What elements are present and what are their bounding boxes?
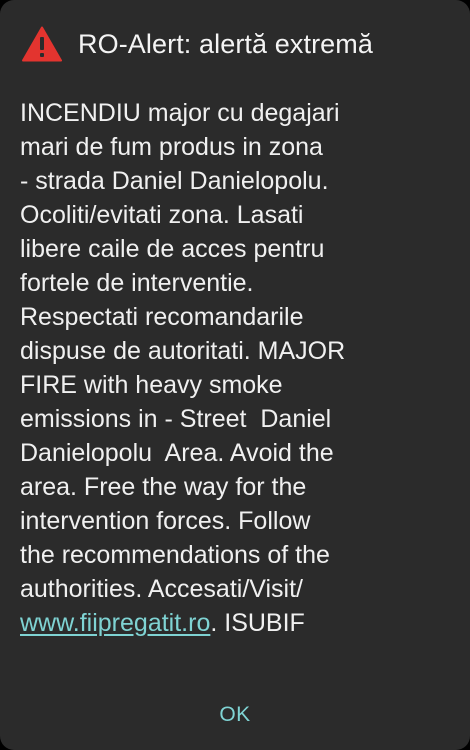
message-line: Respectati recomandarile bbox=[20, 303, 304, 331]
message-tail: . ISUBIF bbox=[210, 609, 305, 637]
alert-header: RO-Alert: alertă extremă bbox=[22, 24, 460, 64]
fiipregatit-link[interactable]: www.fiipregatit.ro bbox=[20, 609, 210, 637]
warning-triangle-icon bbox=[22, 26, 62, 62]
message-line: fortele de interventie. bbox=[20, 269, 254, 297]
message-line: the recommendations of the bbox=[20, 541, 330, 569]
message-line: - strada Daniel Danielopolu. bbox=[20, 167, 329, 195]
message-line: authorities. Accesati/Visit/ bbox=[20, 575, 304, 603]
message-line: INCENDIU major cu degajari bbox=[20, 99, 340, 127]
message-line: emissions in - Street Daniel bbox=[20, 405, 332, 433]
message-line: Danielopolu Area. Avoid the bbox=[20, 439, 334, 467]
message-line: Ocoliti/evitati zona. Lasati bbox=[20, 201, 304, 229]
alert-dialog: RO-Alert: alertă extremă INCENDIU major … bbox=[0, 0, 470, 750]
alert-title: RO-Alert: alertă extremă bbox=[78, 28, 373, 59]
message-line: dispuse de autoritati. MAJOR bbox=[20, 337, 346, 365]
message-line: mari de fum produs in zona bbox=[20, 133, 323, 161]
message-line: FIRE with heavy smoke bbox=[20, 371, 283, 399]
alert-message: INCENDIU major cu degajari mari de fum p… bbox=[20, 96, 440, 640]
message-line: intervention forces. Follow bbox=[20, 507, 311, 535]
message-line: libere caile de acces pentru bbox=[20, 235, 325, 263]
ok-button[interactable]: OK bbox=[200, 695, 270, 735]
message-line: area. Free the way for the bbox=[20, 473, 307, 501]
message-line-link: www.fiipregatit.ro. ISUBIF bbox=[20, 606, 440, 640]
